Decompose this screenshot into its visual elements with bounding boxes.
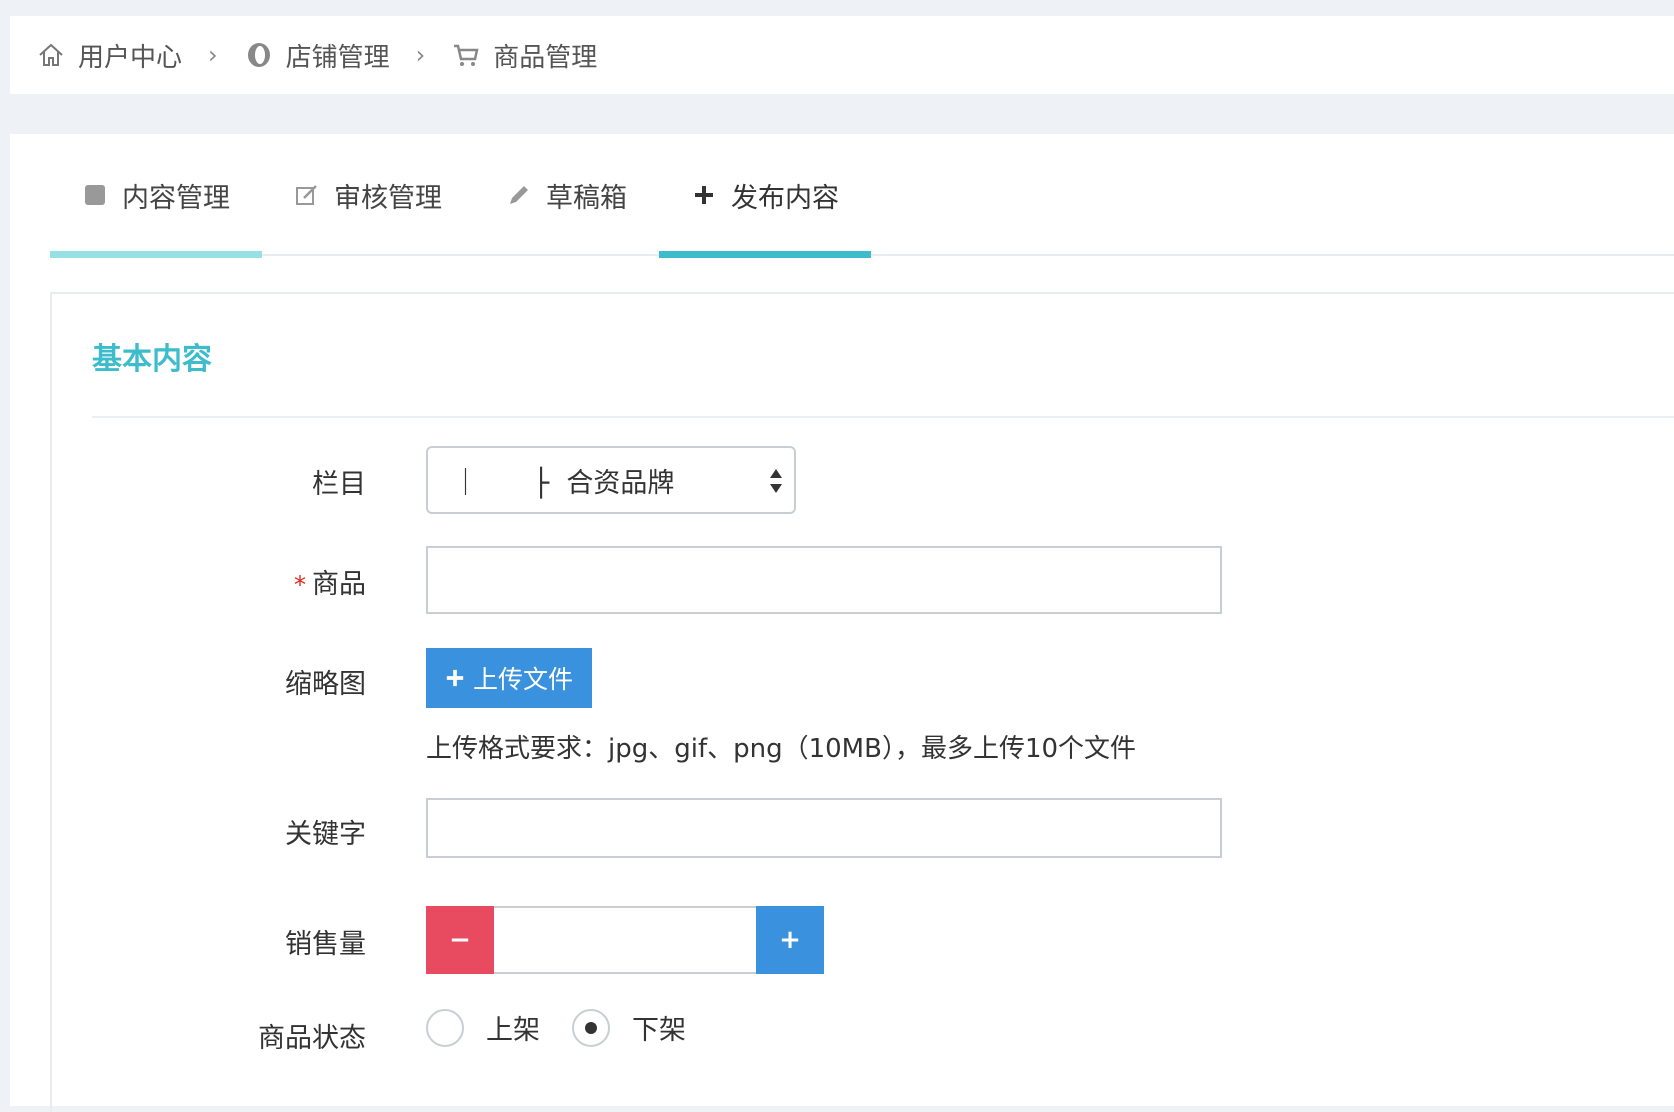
tab-content-management[interactable]: 内容管理 <box>50 134 262 258</box>
home-icon <box>39 43 63 66</box>
breadcrumb-label: 商品管理 <box>493 42 598 73</box>
breadcrumb-separator: › <box>208 41 218 69</box>
radio-label-off-shelf: 下架 <box>632 1015 686 1046</box>
upload-hint: 上传格式要求：jpg、gif、png（10MB），最多上传10个文件 <box>426 734 1137 764</box>
tab-review-management[interactable]: 审核管理 <box>262 134 474 256</box>
category-selected-value: ｜ ├ 合资品牌 <box>452 467 675 499</box>
category-label: 栏目 <box>312 469 366 500</box>
upload-file-button[interactable]: 上传文件 <box>426 648 592 708</box>
status-label: 商品状态 <box>258 1023 366 1054</box>
plus-icon <box>446 669 464 687</box>
product-input[interactable] <box>426 546 1222 614</box>
keywords-input[interactable] <box>426 798 1222 858</box>
radio-selected-dot <box>585 1021 597 1034</box>
status-radio-group: 上架 下架 <box>426 1008 718 1047</box>
sales-input[interactable] <box>494 906 756 974</box>
radio-label-on-shelf: 上架 <box>486 1015 540 1046</box>
edit-icon <box>296 185 317 205</box>
tab-drafts[interactable]: 草稿箱 <box>474 134 659 256</box>
section-title: 基本内容 <box>92 342 212 377</box>
category-select[interactable]: ｜ ├ 合资品牌 <box>426 446 796 514</box>
square-icon <box>85 185 105 205</box>
increment-button[interactable]: + <box>756 906 824 974</box>
product-label: 商品 <box>312 569 366 600</box>
select-arrows-icon <box>770 469 782 493</box>
keywords-label: 关键字 <box>285 819 366 850</box>
upload-button-label: 上传文件 <box>472 665 573 694</box>
tab-label: 发布内容 <box>731 182 839 214</box>
breadcrumb: 用户中心 › 店铺管理 › 商品管理 <box>10 16 1674 94</box>
tab-label: 审核管理 <box>334 182 442 214</box>
cart-icon <box>454 44 479 66</box>
plus-icon <box>695 186 713 204</box>
tab-bar: 内容管理 审核管理 草稿箱 发布内容 <box>50 134 1674 258</box>
store-icon <box>247 43 270 67</box>
breadcrumb-label: 用户中心 <box>78 42 183 73</box>
sales-stepper: − + <box>426 906 824 974</box>
content-panel: 内容管理 审核管理 草稿箱 发布内容 基本内容 栏目 ｜ ├ 合资品牌 * 商品… <box>10 134 1674 1112</box>
tab-label: 内容管理 <box>122 182 230 214</box>
sales-label: 销售量 <box>285 929 366 960</box>
breadcrumb-label: 店铺管理 <box>285 42 390 73</box>
tab-publish-content[interactable]: 发布内容 <box>659 134 871 258</box>
breadcrumb-item-store[interactable]: 店铺管理 <box>244 37 390 74</box>
section-divider <box>92 416 1674 418</box>
tab-underline <box>50 251 262 258</box>
category-row: 栏目 ｜ ├ 合资品牌 <box>52 446 1652 514</box>
decrement-button[interactable]: − <box>426 906 494 974</box>
tab-underline-active <box>659 251 871 258</box>
pencil-icon <box>510 186 528 204</box>
tab-label: 草稿箱 <box>546 182 627 214</box>
thumbnail-label: 缩略图 <box>285 669 366 700</box>
radio-off-shelf[interactable] <box>572 1008 610 1047</box>
breadcrumb-item-product[interactable]: 商品管理 <box>451 37 597 74</box>
required-mark: * <box>294 571 306 599</box>
product-label-wrap: * 商品 <box>52 562 366 601</box>
breadcrumb-separator: › <box>415 41 426 69</box>
radio-on-shelf[interactable] <box>426 1008 464 1047</box>
form-container: 基本内容 栏目 ｜ ├ 合资品牌 * 商品 缩略图 上传文件 上传格式要求：jp… <box>50 292 1674 1112</box>
breadcrumb-item-user-center[interactable]: 用户中心 <box>36 37 182 74</box>
